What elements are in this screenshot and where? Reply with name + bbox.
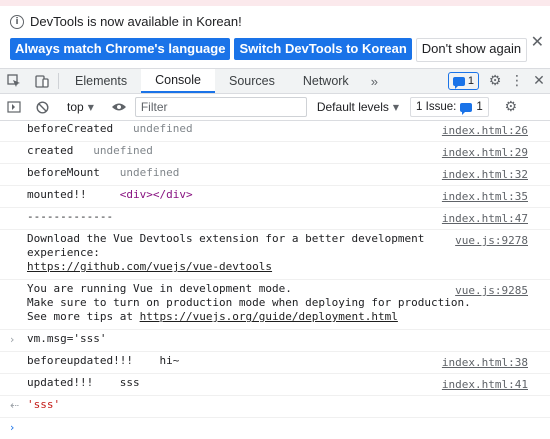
- live-expression-eye-icon[interactable]: [105, 102, 133, 112]
- console-message: updated!!! sss index.html:41: [0, 374, 550, 396]
- console-command: › vm.msg='sss': [0, 330, 550, 352]
- issues-count: 1: [467, 75, 474, 87]
- issues-button[interactable]: 1 Issue: 1: [410, 97, 489, 117]
- console-settings-gear-icon[interactable]: ⚙: [500, 99, 522, 115]
- prompt-chevron-icon: ›: [10, 421, 15, 434]
- log-element-value[interactable]: <div></div>: [120, 188, 193, 201]
- clear-console-icon[interactable]: [28, 100, 56, 114]
- log-text: beforeupdated!!!: [27, 354, 133, 367]
- log-levels-value: Default levels: [316, 100, 389, 114]
- console-message: beforeCreated undefined index.html:26: [0, 120, 550, 142]
- issues-count: 1: [476, 101, 483, 113]
- tab-network[interactable]: Network: [289, 69, 363, 93]
- source-link[interactable]: index.html:32: [442, 168, 528, 182]
- result-arrow-icon: ⇠: [10, 399, 20, 412]
- log-text: beforeMount: [27, 166, 100, 179]
- console-message: beforeupdated!!! hi~ index.html:38: [0, 352, 550, 374]
- chevron-down-icon: ▼: [392, 102, 400, 112]
- source-link[interactable]: index.html:38: [442, 356, 528, 370]
- log-text: See more tips at: [27, 310, 140, 323]
- command-chevron-icon: ›: [10, 333, 15, 346]
- source-link[interactable]: index.html:41: [442, 378, 528, 392]
- dont-show-again-button[interactable]: Don't show again: [415, 38, 528, 62]
- log-text: -------------: [27, 210, 114, 223]
- source-link[interactable]: index.html:47: [442, 212, 528, 226]
- log-levels-dropdown[interactable]: Default levels ▼: [311, 100, 405, 114]
- log-text: experience:: [27, 246, 100, 259]
- switch-to-korean-button[interactable]: Switch DevTools to Korean: [234, 38, 412, 60]
- more-tabs-icon[interactable]: »: [363, 69, 386, 93]
- tab-sources[interactable]: Sources: [215, 69, 289, 93]
- log-value: undefined: [93, 144, 153, 157]
- source-link[interactable]: vue.js:9278: [455, 234, 528, 248]
- infobar-buttons: Always match Chrome's language Switch De…: [10, 38, 528, 62]
- source-link[interactable]: index.html:35: [442, 190, 528, 204]
- chevron-down-icon: ▼: [87, 102, 94, 112]
- console-message: mounted!! <div></div> index.html:35: [0, 186, 550, 208]
- tab-console[interactable]: Console: [141, 69, 215, 93]
- console-message: created undefined index.html:29: [0, 142, 550, 164]
- log-value: undefined: [119, 166, 180, 179]
- more-options-icon[interactable]: ⋮: [506, 73, 528, 89]
- inspect-element-icon[interactable]: [0, 69, 28, 93]
- info-icon: i: [10, 14, 24, 29]
- language-infobar: i DevTools is now available in Korean! A…: [0, 6, 550, 69]
- console-toolbar: top ▼ Default levels ▼ 1 Issue: 1 ⚙: [0, 94, 550, 121]
- issues-icon: [460, 102, 473, 115]
- source-link[interactable]: index.html:26: [442, 124, 528, 138]
- log-text: beforeCreated: [27, 122, 114, 135]
- command-text: vm.msg='sss': [27, 332, 107, 345]
- console-message: ------------- index.html:47: [0, 208, 550, 230]
- toolbar-divider: [58, 73, 59, 89]
- deployment-guide-link[interactable]: https://vuejs.org/guide/deployment.html: [140, 310, 398, 323]
- console-output: beforeCreated undefined index.html:26 cr…: [0, 120, 550, 436]
- sidebar-toggle-icon[interactable]: [0, 101, 28, 113]
- infobar-message-row: i DevTools is now available in Korean!: [10, 14, 242, 29]
- infobar-message: DevTools is now available in Korean!: [30, 14, 242, 29]
- log-value: undefined: [132, 122, 193, 135]
- source-link[interactable]: index.html:29: [442, 146, 528, 160]
- issues-icon: [452, 76, 465, 89]
- log-text: updated!!!: [27, 376, 94, 389]
- match-chrome-language-button[interactable]: Always match Chrome's language: [10, 38, 231, 60]
- log-text: mounted!!: [27, 188, 87, 201]
- result-value: 'sss': [27, 398, 61, 411]
- log-text: created: [27, 144, 74, 157]
- source-link[interactable]: vue.js:9285: [455, 284, 528, 298]
- close-devtools-icon[interactable]: ✕: [528, 73, 550, 89]
- log-text: Make sure to turn on production mode whe…: [27, 296, 471, 309]
- issues-badge[interactable]: 1: [447, 72, 479, 90]
- log-value: sss: [119, 376, 140, 389]
- settings-gear-icon[interactable]: ⚙: [484, 73, 506, 89]
- context-selector-value: top: [67, 100, 84, 114]
- console-result: ⇠ 'sss': [0, 396, 550, 418]
- console-message: Download the Vue Devtools extension for …: [0, 230, 550, 280]
- console-message: beforeMount undefined index.html:32: [0, 164, 550, 186]
- issues-label: 1 Issue:: [416, 101, 457, 113]
- context-selector[interactable]: top ▼: [61, 100, 100, 114]
- devtools-tabbar: Elements Console Sources Network » 1 ⚙ ⋮…: [0, 69, 550, 94]
- vue-devtools-link[interactable]: https://github.com/vuejs/vue-devtools: [27, 260, 272, 273]
- close-icon[interactable]: ✕: [531, 32, 544, 51]
- device-toolbar-icon[interactable]: [28, 69, 56, 93]
- filter-input[interactable]: [134, 97, 307, 117]
- log-value: hi~: [159, 354, 180, 367]
- tabbar-right: 1 ⚙ ⋮ ✕: [447, 69, 550, 93]
- console-message: You are running Vue in development mode.…: [0, 280, 550, 330]
- tab-elements[interactable]: Elements: [61, 69, 141, 93]
